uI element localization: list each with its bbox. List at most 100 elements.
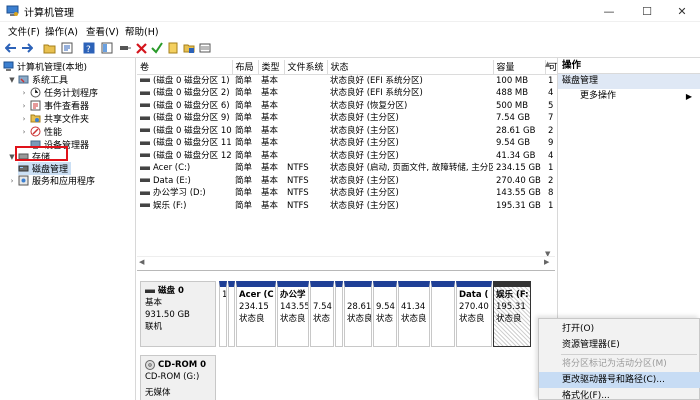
menu-open[interactable]: 打开(O) [539, 321, 700, 337]
column-header[interactable]: 类型 [258, 60, 285, 75]
actions-section-disk-management[interactable]: 磁盘管理 [558, 74, 700, 89]
table-cell: 简单 [235, 113, 253, 123]
table-row[interactable]: 娱乐 (F:) 简单 基本 NTFS 状态良好 (主分区) 195.31 GB 1 [137, 200, 557, 213]
vertical-scrollbar[interactable]: ▲ ▼ [543, 60, 555, 268]
volume-name: 办公学习 (D:) [153, 188, 206, 198]
table-row[interactable]: (磁盘 0 磁盘分区 12) 简单 基本 状态良好 (主分区) 41.34 GB 4 [137, 150, 557, 163]
new-item-icon[interactable] [166, 41, 180, 55]
chevron-right-icon[interactable]: › [8, 177, 16, 185]
partition-11[interactable]: 9.54 状态 [373, 281, 397, 347]
check-icon[interactable] [150, 41, 164, 55]
partition-small-a[interactable] [335, 281, 343, 347]
volume-icon [140, 78, 150, 82]
table-cell: Data (E:) [137, 175, 232, 188]
table-cell: 状态良好 (主分区) [330, 175, 399, 186]
help-icon[interactable]: ? [82, 41, 96, 55]
table-cell: 简单 [235, 175, 253, 186]
column-header[interactable]: 卷 [137, 60, 233, 75]
table-cell: (磁盘 0 磁盘分区 6) [137, 100, 232, 113]
table-cell: 100 MB [496, 75, 529, 86]
partition-9[interactable]: 7.54 状态 [310, 281, 334, 347]
menu-view[interactable]: 查看(V) [86, 24, 119, 38]
chevron-right-icon: ▶ [685, 92, 692, 101]
table-row[interactable]: (磁盘 0 磁盘分区 10) 简单 基本 状态良好 (主分区) 28.61 GB 2 [137, 125, 557, 138]
computer-management-icon [3, 61, 14, 71]
tree-item-services[interactable]: › 服务和应用程序 [8, 174, 95, 187]
scroll-right-icon[interactable]: ▶ [544, 258, 549, 266]
partition-12[interactable]: 41.34 状态良 [398, 281, 430, 347]
partition-acer-c[interactable]: Acer (C 234.15 状态良 [236, 281, 276, 347]
menu-explore[interactable]: 资源管理器(E) [539, 337, 700, 353]
table-cell: 简单 [235, 100, 253, 111]
chevron-right-icon[interactable]: › [20, 128, 28, 136]
menu-bar: 文件(F) 操作(A) 查看(V) 帮助(H) [0, 22, 700, 38]
partition-2[interactable] [228, 281, 235, 347]
table-row[interactable]: (磁盘 0 磁盘分区 11) 简单 基本 状态良好 (主分区) 9.54 GB 9 [137, 137, 557, 150]
context-menu: 打开(O) 资源管理器(E) 将分区标记为活动分区(M) 更改驱动器号和路径(C… [538, 318, 700, 400]
tree-item-root[interactable]: 计算机管理(本地) [3, 60, 87, 73]
menu-separator [561, 354, 697, 355]
view-list-icon[interactable] [198, 41, 212, 55]
partition-entertainment-f[interactable]: 娱乐 (F: 195.31 状态良 [493, 281, 531, 347]
chevron-right-icon[interactable]: › [20, 115, 28, 123]
tree-item-system-tools[interactable]: ▼ 系统工具 [8, 73, 68, 86]
menu-file[interactable]: 文件(F) [8, 24, 40, 38]
disk-graphical-view: 磁盘 0 基本 931.50 GB 联机 1 Acer (C 234.15 状态… [137, 270, 555, 400]
partition-small-b[interactable] [431, 281, 455, 347]
back-arrow-icon[interactable] [4, 41, 18, 55]
table-cell: 基本 [261, 163, 279, 173]
table-row[interactable]: (磁盘 0 磁盘分区 2) 简单 基本 状态良好 (EFI 系统分区) 488 MB 4 [137, 87, 557, 100]
tree-item-task-scheduler[interactable]: › 任务计划程序 [20, 86, 98, 99]
tree-item-performance[interactable]: › 性能 [20, 125, 62, 138]
horizontal-scrollbar[interactable]: ◀ ▶ [137, 256, 555, 268]
chevron-right-icon[interactable]: › [20, 89, 28, 97]
more-actions[interactable]: 更多操作 ▶ [558, 89, 700, 104]
view-pane-icon[interactable] [100, 41, 114, 55]
column-header[interactable]: 容量 [493, 60, 546, 75]
table-cell: 基本 [261, 175, 279, 186]
partition-data-e[interactable]: Data ( 270.40 状态良 [456, 281, 492, 347]
table-row[interactable]: (磁盘 0 磁盘分区 1) 简单 基本 状态良好 (EFI 系统分区) 100 MB 1 [137, 74, 557, 87]
close-button[interactable]: ✕ [664, 0, 700, 22]
column-header[interactable]: 布局 [232, 60, 259, 75]
menu-change-drive-letter[interactable]: 更改驱动器号和路径(C)... [539, 372, 700, 388]
table-row[interactable]: (磁盘 0 磁盘分区 9) 简单 基本 状态良好 (主分区) 7.54 GB 7 [137, 112, 557, 125]
table-cell: 状态良好 (主分区) [330, 138, 399, 148]
table-row[interactable]: 办公学习 (D:) 简单 基本 NTFS 状态良好 (主分区) 143.55 GB 8 [137, 187, 557, 200]
minimize-button[interactable]: — [586, 0, 632, 22]
menu-mark-active[interactable]: 将分区标记为活动分区(M) [539, 356, 700, 372]
menu-help[interactable]: 帮助(H) [125, 24, 159, 38]
table-row[interactable]: Acer (C:) 简单 基本 NTFS 状态良好 (启动, 页面文件, 故障转储, 主… [137, 162, 557, 175]
scroll-up-icon[interactable]: ▲ [545, 60, 550, 68]
chevron-right-icon[interactable]: › [20, 102, 28, 110]
menu-action[interactable]: 操作(A) [45, 24, 78, 38]
tree-item-event-viewer[interactable]: › 事件查看器 [20, 99, 89, 112]
table-cell: 143.55 GB [496, 188, 541, 198]
clock-icon [30, 87, 41, 98]
connect-icon[interactable] [118, 41, 132, 55]
table-row[interactable]: (磁盘 0 磁盘分区 6) 简单 基本 状态良好 (恢复分区) 500 MB 5 [137, 100, 557, 113]
table-cell: 状态良好 (主分区) [330, 113, 399, 123]
table-cell: NTFS [287, 163, 309, 173]
table-cell: NTFS [287, 175, 309, 186]
column-header[interactable]: 状态 [327, 60, 494, 75]
table-row[interactable]: Data (E:) 简单 基本 NTFS 状态良好 (主分区) 270.40 GB 2 [137, 175, 557, 188]
folder-options-icon[interactable] [182, 41, 196, 55]
cdrom-0-info[interactable]: CD-ROM 0 CD-ROM (G:) 无媒体 [140, 355, 216, 400]
properties-icon[interactable] [60, 41, 74, 55]
menu-format[interactable]: 格式化(F)... [539, 388, 700, 400]
column-header[interactable]: 文件系统 [284, 60, 328, 75]
scroll-left-icon[interactable]: ◀ [139, 258, 144, 266]
tree-item-shared-folders[interactable]: › 共享文件夹 [20, 112, 89, 125]
forward-arrow-icon[interactable] [20, 41, 34, 55]
cdrom-name: CD-ROM 0 [158, 360, 207, 370]
up-folder-icon[interactable] [42, 41, 56, 55]
partition-1[interactable]: 1 [219, 281, 227, 347]
chevron-down-icon[interactable]: ▼ [8, 76, 16, 84]
partition-10[interactable]: 28.61 状态良 [344, 281, 372, 347]
disk-0-info[interactable]: 磁盘 0 基本 931.50 GB 联机 [140, 281, 216, 347]
delete-icon[interactable] [134, 41, 148, 55]
partition-office-d[interactable]: 办公学 143.55 状态良 [277, 281, 309, 347]
tree-label: 服务和应用程序 [32, 177, 96, 187]
maximize-button[interactable]: ☐ [632, 0, 662, 22]
